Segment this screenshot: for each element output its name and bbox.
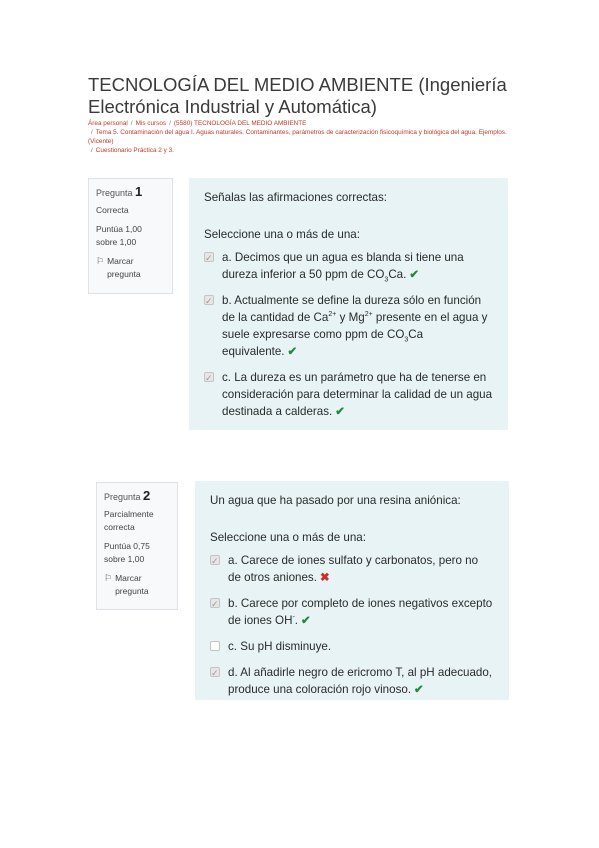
answer-checkbox[interactable] [210, 596, 220, 613]
answer-option-d: d. Al añadirle negro de ericromo T, al p… [210, 664, 494, 698]
question-text: Un agua que ha pasado por una resina ani… [210, 494, 461, 507]
answer-text: d. Al añadirle negro de ericromo T, al p… [228, 664, 494, 698]
answer-option-c: c. La dureza es un parámetro que ha de t… [204, 369, 493, 420]
breadcrumb-separator: / [169, 120, 171, 127]
question-grade: Puntúa 0,75 sobre 1,00 [104, 541, 150, 564]
answer-text: b. Actualmente se define la dureza sólo … [222, 292, 493, 360]
check-icon: ✔ [335, 405, 345, 418]
question-number-value: 2 [143, 488, 151, 503]
answer-text: c. Su pH disminuye. [228, 638, 494, 655]
answer-checkbox[interactable] [210, 641, 220, 651]
answer-text: a. Carece de iones sulfato y carbonatos,… [228, 552, 494, 586]
breadcrumb-separator: / [130, 120, 133, 127]
flag-question-label: Marcar pregunta [107, 256, 141, 279]
answer-text-part: c. Su pH disminuye. [228, 640, 332, 653]
flag-icon: ⚐ [104, 573, 113, 583]
question-label: Pregunta [96, 188, 133, 198]
answer-option-a: a. Decimos que un agua es blanda si tien… [204, 249, 493, 283]
answer-option-b: b. Actualmente se define la dureza sólo … [204, 292, 493, 360]
breadcrumb-topic-link[interactable]: Tema 5. Contaminación del agua I. Aguas … [88, 129, 507, 145]
answer-text-part: d. Al añadirle negro de ericromo T, al p… [228, 666, 493, 696]
answer-option-b: b. Carece por completo de iones negativo… [210, 595, 494, 629]
answer-checkbox[interactable] [204, 370, 214, 387]
breadcrumb-separator: / [91, 147, 93, 154]
breadcrumb-separator: / [91, 129, 93, 136]
answer-checkbox[interactable] [204, 293, 214, 310]
superscript: 2+ [364, 311, 373, 319]
answer-option-a: a. Carece de iones sulfato y carbonatos,… [210, 552, 494, 586]
flag-question-button[interactable]: ⚐ Marcar pregunta [96, 255, 165, 281]
breadcrumb-home-link[interactable]: Área personal [88, 120, 128, 127]
question-state: Parcialmente correcta [104, 509, 154, 532]
check-icon: ✔ [414, 683, 424, 696]
flag-question-button[interactable]: ⚐ Marcar pregunta [104, 572, 170, 598]
breadcrumb-quiz-link[interactable]: Cuestionario Práctica 2 y 3. [96, 147, 174, 154]
question-state: Correcta [96, 205, 129, 215]
question-text: Señalas las afirmaciones correctas: [204, 191, 388, 204]
page-title: TECNOLOGÍA DEL MEDIO AMBIENTE (Ingenierí… [88, 74, 507, 117]
answer-text-part: b. Carece por completo de iones negativo… [228, 597, 493, 627]
answer-text-part: Ca. [388, 268, 407, 281]
cross-icon: ✖ [319, 571, 330, 584]
flag-question-label: Marcar pregunta [115, 573, 149, 596]
answer-text: c. La dureza es un parámetro que ha de t… [222, 369, 493, 420]
check-icon: ✔ [409, 268, 420, 281]
question-grade: Puntúa 1,00 sobre 1,00 [96, 224, 142, 247]
question-1-info: Pregunta 1 Correcta Puntúa 1,00 sobre 1,… [88, 178, 173, 294]
question-number: Pregunta 1 [96, 185, 165, 200]
breadcrumb-course-link[interactable]: (5580) TECNOLOGÍA DEL MEDIO AMBIENTE [174, 120, 306, 127]
check-icon: ✔ [287, 345, 298, 358]
answer-text-part: y Mg [336, 311, 365, 324]
answer-text: b. Carece por completo de iones negativo… [228, 595, 494, 629]
answer-text-part: c. La dureza es un parámetro que ha de t… [222, 371, 493, 418]
breadcrumb: Área personal / Mis cursos / (5580) TECNOLOG… [88, 119, 518, 155]
answer-checkbox[interactable] [204, 250, 214, 267]
question-number: Pregunta 2 [104, 489, 170, 504]
answer-checkbox[interactable] [210, 553, 220, 570]
answer-text-part: a. Carece de iones sulfato y carbonatos,… [228, 554, 479, 584]
question-label: Pregunta [104, 492, 141, 502]
breadcrumb-my-courses-link[interactable]: Mis cursos [136, 120, 167, 127]
check-icon: ✔ [301, 614, 311, 627]
answer-text: a. Decimos que un agua es blanda si tien… [222, 249, 493, 283]
answer-text-part: . [294, 614, 299, 627]
answer-prompt: Seleccione una o más de una: [210, 531, 366, 544]
answer-text-part: a. Decimos que un agua es blanda si tien… [222, 251, 464, 281]
flag-icon: ⚐ [96, 256, 105, 266]
answer-option-c: c. Su pH disminuye. [210, 638, 494, 655]
question-number-value: 1 [135, 184, 143, 199]
answer-prompt: Seleccione una o más de una: [204, 228, 360, 241]
question-2-content: Un agua que ha pasado por una resina ani… [195, 481, 509, 700]
question-1-content: Señalas las afirmaciones correctas: Sele… [189, 178, 508, 430]
answer-checkbox[interactable] [210, 665, 220, 682]
question-2-info: Pregunta 2 Parcialmente correcta Puntúa … [96, 482, 178, 610]
